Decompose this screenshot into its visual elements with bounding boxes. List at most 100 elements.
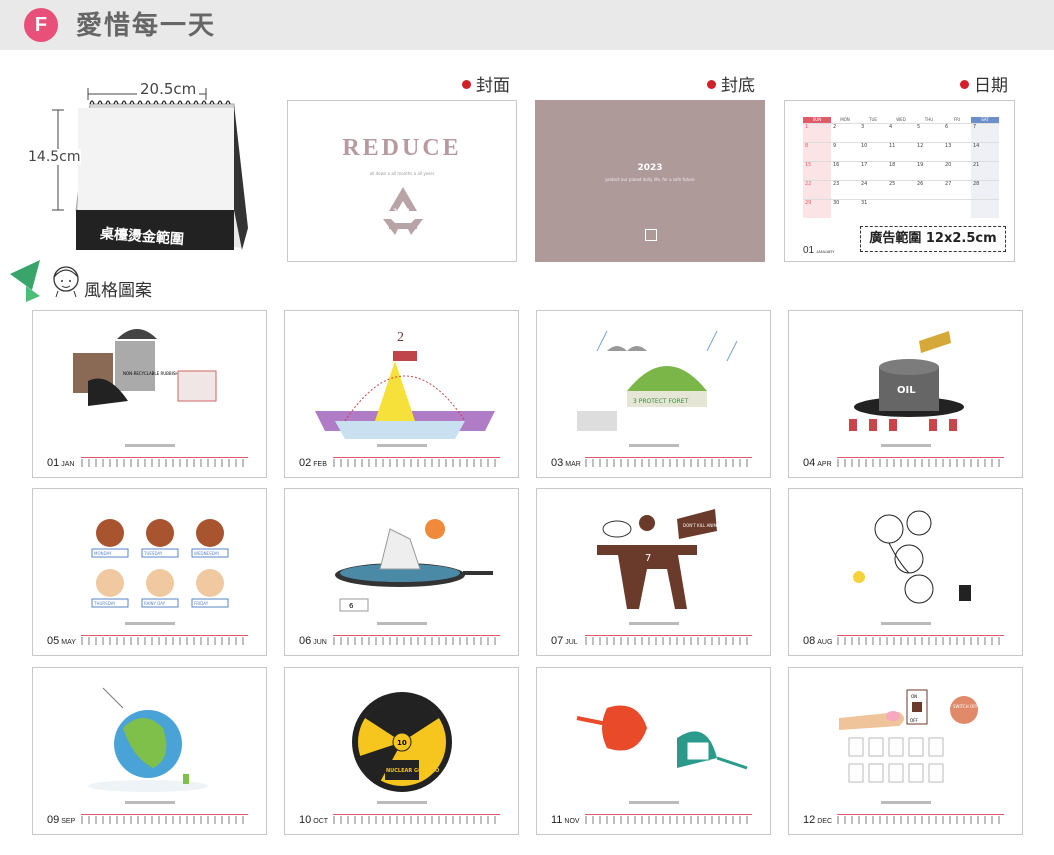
month-illustration: ON OFF SWITCH OFF!! bbox=[839, 689, 981, 783]
date-strip-line bbox=[333, 814, 500, 815]
feb-text: 2 bbox=[397, 330, 404, 345]
calendar-week-row: 22 23 24 25 26 27 28 bbox=[803, 180, 999, 199]
may-day-text: WEDNESDAY bbox=[194, 551, 220, 556]
month-card-jul: 7 DON'T KILL ANIMALS! 07 JUL bbox=[536, 488, 771, 656]
apr-text: OIL bbox=[897, 385, 916, 396]
month-illustration: 10 NUCLEAR GO ZERO bbox=[352, 692, 452, 792]
calendar-day-cell: 26 bbox=[917, 181, 924, 187]
month-card-feb: 2 02 FEB bbox=[284, 310, 519, 478]
month-abbr: JUL bbox=[565, 639, 578, 646]
month-label: 08 AUG bbox=[803, 635, 832, 647]
dec-switch: SWITCH OFF!! bbox=[953, 704, 981, 709]
caption-line bbox=[285, 622, 518, 625]
may-day-text: TUESDAY bbox=[143, 551, 163, 556]
date-strip bbox=[333, 816, 500, 824]
caption-line bbox=[537, 622, 770, 625]
month-card-apr: OIL 04 APR bbox=[788, 310, 1023, 478]
month-abbr: FEB bbox=[313, 461, 327, 468]
date-strip bbox=[837, 459, 1004, 467]
oct-num: 10 bbox=[397, 739, 407, 747]
month-label: 11 NOV bbox=[551, 814, 580, 826]
section-badge: F bbox=[24, 8, 58, 42]
month-card-sep: 09 SEP bbox=[32, 667, 267, 835]
calendar-day-cell: 29 bbox=[803, 200, 831, 218]
month-number: 01 bbox=[47, 457, 60, 469]
calendar-day-cell: 8 bbox=[803, 143, 831, 161]
month-illustration: 6 bbox=[335, 519, 493, 612]
date-strip bbox=[81, 637, 248, 645]
calendar-day-cell: 24 bbox=[861, 181, 868, 187]
date-strip-line bbox=[81, 635, 248, 636]
calendar-day-cell: 21 bbox=[971, 162, 999, 180]
calendar-week-row: 15 16 17 18 19 20 21 bbox=[803, 161, 999, 180]
may-day-text: FRIDAY bbox=[194, 601, 209, 606]
month-number: 12 bbox=[803, 814, 816, 826]
date-strip bbox=[837, 637, 1004, 645]
date-strip bbox=[585, 816, 752, 824]
calendar-day-cell: 19 bbox=[917, 162, 924, 168]
calendar-day-cell bbox=[971, 200, 999, 218]
width-label: 20.5cm bbox=[137, 80, 200, 98]
caption-line bbox=[789, 444, 1022, 447]
back-heading: 封底 bbox=[707, 76, 755, 96]
calendar-week-row: 8 9 10 11 12 13 14 bbox=[803, 142, 999, 161]
month-label: 03 MAR bbox=[551, 457, 581, 469]
cover-year: 2023 bbox=[393, 208, 410, 215]
calendar-day-cell: 31 bbox=[861, 200, 868, 206]
calendar-day-cell: 3 bbox=[861, 124, 865, 130]
calendar-grid: SUN MON TUE WED THU FRI SAT 1 2 3 4 5 6 7 8 9 10 11 12 13 1… bbox=[803, 117, 999, 218]
cover-preview: REDUCE all down a all months a all years… bbox=[287, 100, 517, 262]
month-label: 01 JAN bbox=[47, 457, 74, 469]
calendar-day-cell: 2 bbox=[833, 124, 837, 130]
girl-face-icon bbox=[53, 266, 79, 298]
month-illustration bbox=[853, 510, 971, 604]
month-illustration bbox=[576, 705, 748, 770]
jun-text: 6 bbox=[349, 602, 354, 610]
month-number: 03 bbox=[551, 457, 564, 469]
calendar-day-cell: 10 bbox=[861, 143, 868, 149]
month-card-jan: NON-RECYCLABLE RUBBISH 01 JAN bbox=[32, 310, 267, 478]
caption-line bbox=[789, 622, 1022, 625]
cover-tagline: all down a all months a all years bbox=[369, 171, 435, 176]
date-strip-line bbox=[837, 457, 1004, 458]
calendar-day-header: TUE bbox=[869, 117, 877, 122]
calendar-day-cell: 17 bbox=[861, 162, 868, 168]
month-number: 07 bbox=[551, 635, 564, 647]
date-strip-line bbox=[333, 635, 500, 636]
back-year: 2023 bbox=[637, 163, 663, 173]
month-card-nov: 11 NOV bbox=[536, 667, 771, 835]
caption-line bbox=[537, 801, 770, 804]
calendar-day-header: SUN bbox=[803, 117, 831, 123]
calendar-day-cell: 16 bbox=[833, 162, 840, 168]
calendar-day-cell: 20 bbox=[945, 162, 952, 168]
month-label: 12 DEC bbox=[803, 814, 832, 826]
calendar-day-cell: 15 bbox=[803, 162, 831, 180]
calendar-day-cell bbox=[943, 200, 971, 218]
month-abbr: APR bbox=[817, 461, 832, 468]
cover-heading: 封面 bbox=[462, 76, 510, 96]
red-dot-icon bbox=[707, 79, 716, 89]
style-heading: 風格圖案 bbox=[84, 281, 152, 301]
caption-line bbox=[33, 801, 266, 804]
may-day-text: RAINY DAY bbox=[144, 601, 166, 606]
month-card-jun: 6 06 JUN bbox=[284, 488, 519, 656]
dec-off: OFF bbox=[910, 718, 918, 723]
month-illustration: 7 DON'T KILL ANIMALS! bbox=[597, 509, 726, 609]
calendar-day-cell: 7 bbox=[971, 124, 999, 142]
month-abbr: OCT bbox=[313, 818, 329, 825]
month-illustration: 3 PROTECT FORET bbox=[577, 330, 738, 431]
month-illustration: OIL bbox=[849, 331, 964, 431]
calendar-day-cell: 28 bbox=[971, 181, 999, 199]
date-strip-line bbox=[333, 457, 500, 458]
calendar-day-header: FRI bbox=[953, 117, 961, 122]
cover-word: REDUCE bbox=[342, 135, 462, 161]
date-strip bbox=[333, 637, 500, 645]
month-label: 07 JUL bbox=[551, 635, 578, 647]
page-title: 愛惜每一天 bbox=[76, 11, 217, 41]
calendar-day-cell bbox=[887, 200, 915, 218]
ad-area-label: 廣告範圍 12x2.5cm bbox=[860, 226, 1006, 252]
month-illustration: 2 bbox=[315, 330, 495, 439]
caption-line bbox=[537, 444, 770, 447]
calendar-day-cell: 23 bbox=[833, 181, 840, 187]
date-strip bbox=[585, 459, 752, 467]
